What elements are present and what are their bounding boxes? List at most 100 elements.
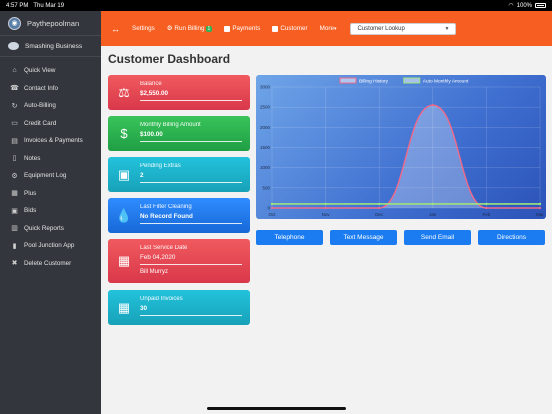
credit-card-icon: ▭: [11, 120, 18, 128]
balance-label: Balance: [140, 81, 162, 87]
sidebar-item-label: Plus: [24, 189, 37, 197]
chevron-down-icon: ▼: [444, 25, 450, 32]
nav-run-billing[interactable]: ⚙ Run Billing 1: [167, 25, 213, 32]
legend-label: Billing History: [359, 78, 389, 84]
sidebar-item-credit-card[interactable]: ▭ Credit Card: [0, 115, 101, 133]
sidebar-item-plus[interactable]: ▦ Plus: [0, 185, 101, 203]
nav-payments[interactable]: Payments: [224, 25, 260, 32]
x-tick-label: Feb: [483, 212, 491, 217]
y-tick-label: 1000: [260, 165, 271, 170]
sidebar-item-label: Invoices & Payments: [24, 137, 83, 145]
pending-extras-label: Pending Extras: [140, 163, 181, 169]
sidebar-item-label: Auto-Billing: [24, 102, 56, 110]
top-nav: ↔ Settings ⚙ Run Billing 1 Payments Custom…: [101, 11, 552, 46]
sidebar-item-auto-billing[interactable]: ↻ Auto-Billing: [0, 97, 101, 115]
sidebar-item-quick-reports[interactable]: ▥ Quick Reports: [0, 220, 101, 238]
y-tick-label: 2500: [260, 105, 271, 110]
gift-icon: ▣: [117, 166, 131, 182]
auto-monthly-point: [270, 202, 274, 206]
directions-button[interactable]: Directions: [478, 230, 545, 245]
status-date: Thu Mar 19: [33, 2, 65, 9]
business-name: Smashing Business: [25, 42, 83, 50]
brand[interactable]: ◉ Paythepoolman: [0, 11, 101, 36]
last-filter-value: No Record Found: [140, 213, 193, 220]
wifi-icon: ◠: [508, 3, 514, 9]
invoices-icon: ▤: [11, 137, 18, 145]
sidebar-item-label: Pool Junction App: [24, 242, 75, 250]
status-time: 4:57 PM: [6, 2, 29, 9]
sidebar-item-contact-info[interactable]: ☎ Contact Info: [0, 80, 101, 98]
x-tick-label: Oct: [268, 212, 276, 217]
expand-arrows-icon[interactable]: ↔: [111, 24, 120, 34]
y-tick-label: 3000: [260, 85, 271, 90]
sidebar-item-delete-customer[interactable]: ✖ Delete Customer: [0, 255, 101, 273]
nav-customer-label: Customer: [280, 25, 308, 32]
monthly-billing-label: Monthly Billing Amount: [140, 122, 201, 128]
balance-card[interactable]: ⚖ Balance $2,550.00: [108, 75, 250, 110]
page-title: Customer Dashboard: [108, 52, 231, 66]
y-tick-label: 500: [262, 185, 270, 190]
divider: [140, 100, 242, 101]
nav-more[interactable]: More ▾: [320, 25, 337, 32]
text-message-button[interactable]: Text Message: [330, 230, 397, 245]
equipment-icon: ⚙: [11, 172, 18, 180]
x-tick-label: Jan: [429, 212, 437, 217]
sidebar-item-equipment-log[interactable]: ⚙ Equipment Log: [0, 167, 101, 185]
nav-run-billing-label: Run Billing: [174, 25, 205, 32]
bids-icon: ▣: [11, 207, 18, 215]
nav-settings[interactable]: Settings: [132, 25, 155, 32]
customer-icon: [272, 25, 279, 32]
sidebar-item-invoices[interactable]: ▤ Invoices & Payments: [0, 132, 101, 150]
sidebar-item-bids[interactable]: ▣ Bids: [0, 202, 101, 220]
unpaid-invoices-value: 30: [140, 305, 148, 312]
y-tick-label: 0: [267, 206, 270, 211]
last-filter-label: Last Filter Cleaning: [140, 204, 192, 210]
sidebar-item-pool-junction[interactable]: ▮ Pool Junction App: [0, 237, 101, 255]
sidebar: ◉ Paythepoolman Smashing Business ⌂ Quick…: [0, 11, 101, 414]
billing-chart: 0 500 1000 1500 2000 2500 3000 Oct Nov Dec Jan Feb M…: [256, 75, 546, 219]
billing-chart-svg: 0 500 1000 1500 2000 2500 3000 Oct Nov Dec Jan Feb M…: [260, 77, 544, 217]
caret-down-icon: ▾: [333, 25, 337, 32]
monthly-billing-value: $100.00: [140, 131, 163, 138]
last-service-tech: Bill Murryz: [140, 269, 168, 275]
legend-swatch: [339, 77, 357, 84]
auto-billing-icon: ↻: [11, 102, 18, 110]
pending-extras-value: 2: [140, 172, 144, 179]
legend-label: Auto Monthly Amount: [423, 78, 469, 84]
sidebar-item-label: Credit Card: [24, 119, 57, 127]
send-email-button[interactable]: Send Email: [404, 230, 471, 245]
sidebar-item-quick-view[interactable]: ⌂ Quick View: [0, 62, 101, 80]
last-service-card[interactable]: ▦ Last Service Date Feb 04,2020 Bill Mur…: [108, 239, 250, 283]
telephone-button[interactable]: Telephone: [256, 230, 323, 245]
unpaid-invoices-card[interactable]: ▦ Unpaid Invoices 30: [108, 290, 250, 325]
brand-logo-icon: ◉: [8, 16, 21, 30]
battery-icon: [535, 3, 546, 8]
last-service-value: Feb 04,2020: [140, 254, 176, 261]
y-tick-label: 1500: [260, 145, 271, 150]
divider: [140, 264, 242, 265]
divider: [140, 141, 242, 142]
divider: [140, 223, 242, 224]
water-drop-icon: 💧: [115, 207, 133, 223]
contact-icon: ☎: [10, 85, 19, 93]
status-bar: 4:57 PM Thu Mar 19 ◠ 100%: [0, 0, 552, 11]
invoice-dollar-icon: $: [120, 126, 128, 141]
business-selector[interactable]: Smashing Business: [0, 36, 101, 57]
billing-history-point: [324, 206, 327, 210]
sidebar-item-notes[interactable]: ▯ Notes: [0, 150, 101, 168]
notes-icon: ▯: [12, 155, 17, 163]
scale-icon: ⚖: [118, 84, 130, 100]
customer-lookup-select[interactable]: Customer Lookup ▼: [350, 22, 457, 35]
nav-customer[interactable]: Customer: [272, 25, 308, 32]
sidebar-item-label: Notes: [24, 154, 41, 162]
sidebar-item-label: Contact Info: [24, 84, 58, 92]
legend-swatch: [403, 77, 421, 84]
pending-extras-card[interactable]: ▣ Pending Extras 2: [108, 157, 250, 192]
monthly-billing-card[interactable]: $ Monthly Billing Amount $100.00: [108, 116, 250, 151]
nav-payments-label: Payments: [232, 25, 261, 32]
last-filter-cleaning-card[interactable]: 💧 Last Filter Cleaning No Record Found: [108, 198, 250, 233]
home-indicator: [207, 407, 346, 410]
customer-lookup-value: Customer Lookup: [357, 25, 405, 32]
sidebar-item-label: Quick View: [24, 67, 56, 75]
billing-history-point: [270, 206, 274, 210]
